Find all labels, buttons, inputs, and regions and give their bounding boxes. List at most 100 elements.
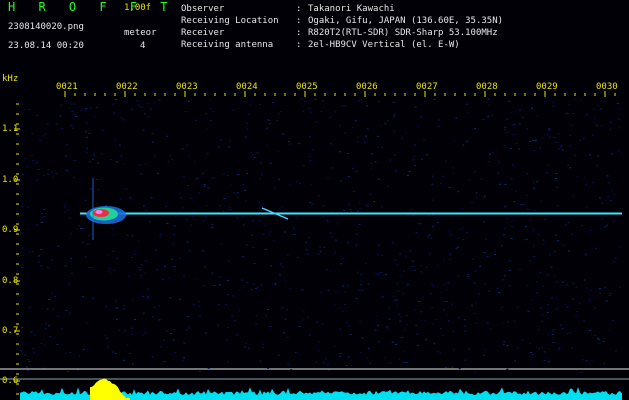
noise-speck [501, 306, 504, 308]
noise-speck [129, 353, 132, 354]
noise-speck [169, 155, 172, 157]
noise-speck [431, 307, 434, 309]
noise-speck [22, 174, 24, 176]
noise-speck [403, 350, 406, 352]
noise-speck [71, 273, 74, 275]
noise-speck [619, 153, 622, 155]
noise-speck [222, 173, 225, 175]
noise-speck [406, 283, 409, 285]
noise-speck [103, 334, 106, 336]
noise-speck [93, 153, 96, 155]
noise-speck [329, 116, 332, 118]
noise-speck [399, 275, 402, 277]
noise-speck [281, 266, 284, 268]
noise-speck [541, 320, 543, 322]
noise-speck [497, 172, 500, 174]
noise-speck [475, 192, 478, 194]
noise-speck [246, 282, 249, 284]
noise-speck [251, 154, 254, 156]
noise-speck [551, 105, 554, 107]
noise-speck [425, 339, 428, 341]
noise-speck [446, 289, 449, 291]
noise-speck [255, 288, 257, 289]
noise-speck [601, 202, 604, 204]
noise-speck [130, 198, 133, 200]
noise-speck [188, 250, 191, 252]
noise-speck [462, 144, 465, 146]
noise-speck [354, 120, 357, 122]
noise-speck [442, 175, 444, 177]
noise-speck [111, 103, 114, 105]
noise-speck [115, 161, 118, 163]
noise-speck [334, 251, 337, 253]
noise-speck [429, 293, 432, 295]
noise-speck [392, 295, 395, 297]
noise-speck [179, 298, 182, 300]
noise-speck [483, 283, 486, 285]
noise-speck [322, 362, 325, 363]
noise-speck [555, 173, 558, 174]
location-key: Receiving Location [181, 16, 279, 26]
noise-speck [544, 219, 547, 221]
noise-speck [138, 267, 141, 269]
noise-speck [381, 278, 384, 280]
noise-speck [490, 115, 493, 117]
noise-speck [261, 343, 264, 345]
noise-speck [458, 317, 460, 319]
time-label: 0030 [596, 82, 618, 92]
noise-speck [506, 345, 509, 347]
noise-speck [212, 177, 215, 179]
noise-speck [46, 267, 49, 269]
noise-speck [252, 220, 255, 222]
noise-speck [396, 305, 398, 307]
noise-speck [346, 285, 349, 287]
noise-speck [273, 187, 276, 189]
spectrum-meteor-peak [90, 378, 130, 400]
noise-speck [417, 344, 420, 346]
noise-speck [278, 208, 281, 210]
time-label: 0024 [236, 82, 258, 92]
noise-speck [84, 199, 87, 201]
noise-speck [231, 315, 234, 317]
noise-speck [604, 287, 607, 289]
noise-speck [555, 178, 558, 180]
noise-speck [202, 250, 205, 252]
noise-speck [395, 344, 397, 345]
noise-speck [51, 176, 54, 178]
noise-speck [402, 270, 405, 272]
time-label: 0026 [356, 82, 378, 92]
noise-speck [33, 352, 36, 353]
noise-speck [330, 270, 333, 272]
noise-speck [394, 113, 397, 115]
noise-speck [179, 197, 182, 199]
noise-speck [236, 217, 239, 219]
noise-speck [153, 307, 156, 309]
noise-speck [116, 318, 118, 320]
noise-speck [154, 249, 157, 251]
noise-speck [86, 349, 89, 351]
noise-speck [431, 175, 434, 177]
noise-speck [342, 258, 345, 260]
noise-speck [347, 175, 350, 177]
noise-speck [389, 362, 392, 364]
noise-speck [269, 162, 272, 164]
noise-speck [377, 178, 380, 180]
noise-speck [556, 187, 559, 188]
noise-speck [580, 99, 583, 101]
noise-speck [379, 125, 382, 127]
noise-speck [393, 116, 396, 118]
noise-speck [244, 136, 247, 138]
noise-speck [171, 258, 174, 260]
noise-speck [541, 285, 544, 287]
noise-speck [24, 158, 27, 160]
noise-speck [558, 347, 561, 349]
noise-speck [188, 327, 191, 329]
observer-separator: : [296, 4, 302, 14]
noise-speck [86, 136, 88, 138]
noise-speck [309, 136, 312, 138]
noise-speck [122, 119, 125, 121]
noise-speck [360, 289, 363, 291]
noise-speck [112, 250, 115, 252]
noise-speck [47, 169, 50, 171]
noise-speck [277, 112, 280, 114]
